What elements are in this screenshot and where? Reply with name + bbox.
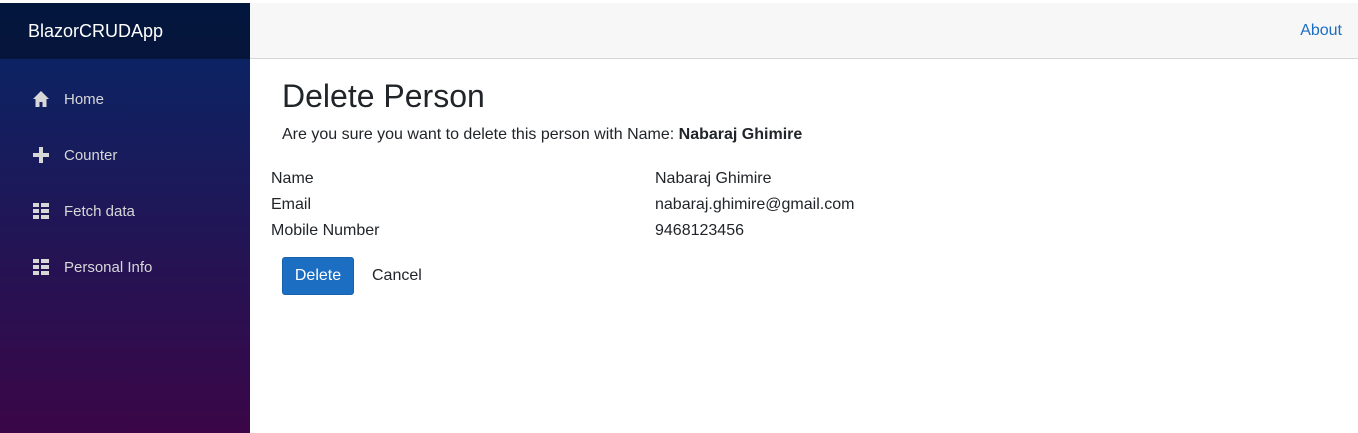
list-icon xyxy=(32,202,50,220)
detail-label: Mobile Number xyxy=(271,222,380,239)
detail-label: Name xyxy=(271,170,314,187)
detail-row-name: Name Nabaraj Ghimire xyxy=(271,166,854,192)
person-details: Name Nabaraj Ghimire Email nabaraj.ghimi… xyxy=(271,166,854,244)
sidebar-item-counter[interactable]: Counter xyxy=(0,127,250,183)
cancel-button[interactable]: Cancel xyxy=(360,257,434,295)
home-icon xyxy=(32,90,50,108)
page-title: Delete Person xyxy=(282,78,485,114)
sidebar: BlazorCRUDApp Home Counter Fetch data Pe… xyxy=(0,3,250,433)
detail-row-email: Email nabaraj.ghimire@gmail.com xyxy=(271,192,854,218)
sidebar-item-label: Personal Info xyxy=(64,258,153,276)
sidebar-item-home[interactable]: Home xyxy=(0,71,250,127)
detail-value: 9468123456 xyxy=(655,222,744,239)
confirm-person-name: Nabaraj Ghimire xyxy=(678,126,803,143)
sidebar-item-label: Fetch data xyxy=(64,202,135,220)
confirm-prefix: Are you sure you want to delete this per… xyxy=(282,126,679,143)
plus-icon xyxy=(32,146,50,164)
action-buttons: Delete Cancel xyxy=(282,257,434,295)
brand-bar: BlazorCRUDApp xyxy=(0,3,250,59)
confirm-message: Are you sure you want to delete this per… xyxy=(282,126,802,144)
detail-value: Nabaraj Ghimire xyxy=(655,170,772,187)
list-icon xyxy=(32,258,50,276)
about-link[interactable]: About xyxy=(1300,22,1342,40)
sidebar-item-label: Home xyxy=(64,90,105,108)
sidebar-item-fetch-data[interactable]: Fetch data xyxy=(0,183,250,239)
delete-button[interactable]: Delete xyxy=(282,257,354,295)
detail-value: nabaraj.ghimire@gmail.com xyxy=(655,196,855,213)
sidebar-item-personal-info[interactable]: Personal Info xyxy=(0,239,250,295)
detail-row-mobile: Mobile Number 9468123456 xyxy=(271,218,854,244)
app-brand[interactable]: BlazorCRUDApp xyxy=(28,21,163,42)
detail-label: Email xyxy=(271,196,312,213)
sidebar-item-label: Counter xyxy=(64,146,118,164)
nav-menu: Home Counter Fetch data Personal Info xyxy=(0,71,250,295)
top-row: About xyxy=(250,3,1358,59)
